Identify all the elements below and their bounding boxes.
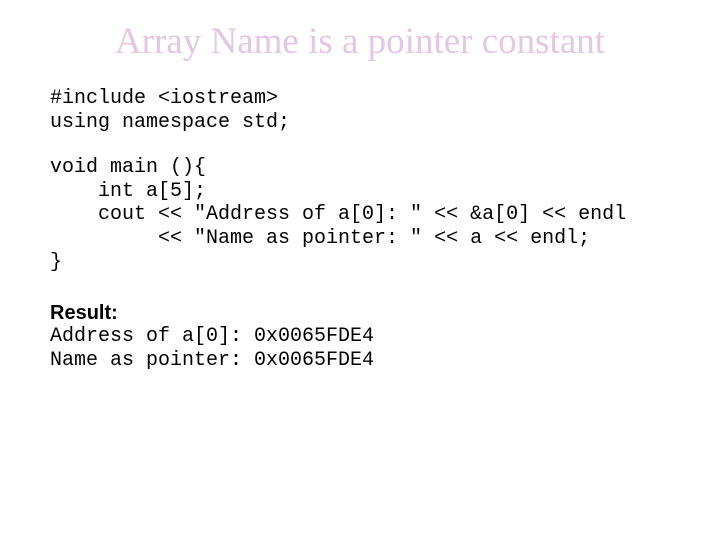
result-label: Result: [50,302,670,325]
result-block: Address of a[0]: 0x0065FDE4 Name as poin… [50,325,670,372]
result-line-1: Address of a[0]: 0x0065FDE4 [50,325,374,348]
code-line-1: #include <iostream> [50,87,278,110]
slide-title: Array Name is a pointer constant [50,20,670,63]
code-line-6: << "Name as pointer: " << a << endl; [50,227,590,250]
code-line-5: cout << "Address of a[0]: " << &a[0] << … [50,203,626,226]
slide: Array Name is a pointer constant #includ… [0,0,720,540]
code-line-4: int a[5]; [50,180,206,203]
code-block: #include <iostream> using namespace std;… [50,87,670,274]
result-line-2: Name as pointer: 0x0065FDE4 [50,349,374,372]
code-line-7: } [50,251,62,274]
blank-line [50,134,670,156]
code-line-2: using namespace std; [50,111,290,134]
code-line-3: void main (){ [50,156,206,179]
